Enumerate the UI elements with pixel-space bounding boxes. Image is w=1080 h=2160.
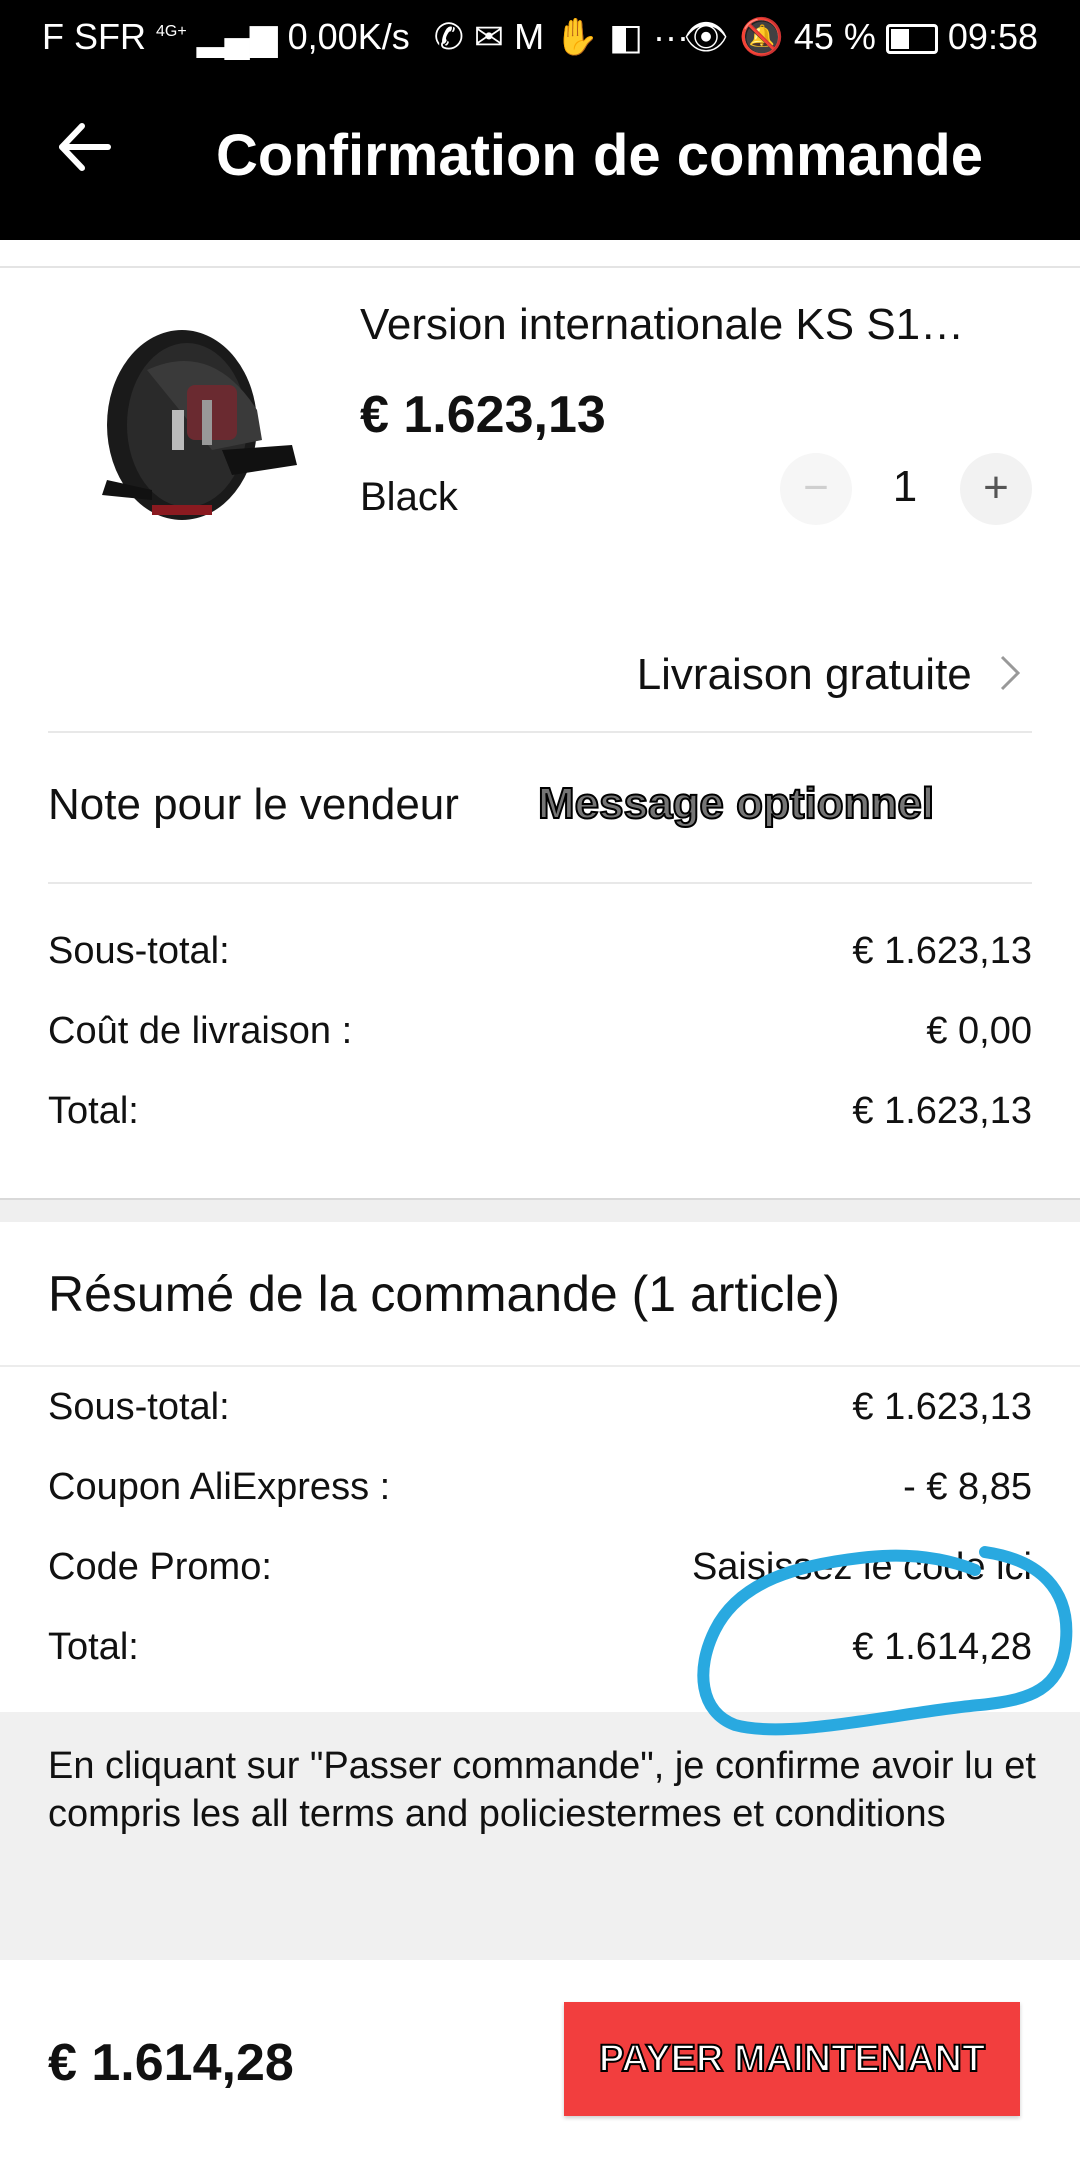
store-total-value: € 1.623,13 — [852, 1090, 1032, 1132]
order-total-label: Total: — [48, 1626, 139, 1668]
app-icon: ◧ — [608, 16, 643, 57]
divider — [48, 882, 1032, 884]
shipping-cost-label: Coût de livraison : — [48, 1010, 353, 1052]
promo-code-label: Code Promo: — [48, 1546, 272, 1588]
footer-total: € 1.614,28 — [48, 2034, 294, 2092]
battery-percent: 45 % — [793, 16, 876, 57]
section-separator — [0, 1912, 1080, 1960]
product-variant: Black — [360, 475, 458, 519]
network-speed: 0,00K/s — [287, 16, 410, 57]
seller-note-input[interactable] — [536, 778, 1000, 830]
gmail-icon: M — [514, 16, 545, 57]
divider — [48, 731, 1032, 733]
page-title: Confirmation de commande — [216, 123, 983, 188]
shipping-option[interactable]: Livraison gratuite — [637, 650, 1024, 700]
arrow-left-icon — [59, 123, 111, 171]
subtotal-label: Sous-total: — [48, 930, 230, 972]
carrier-text: F SFR — [42, 16, 146, 57]
summary-subtotal-label: Sous-total: — [48, 1386, 230, 1428]
shipping-label: Livraison gratuite — [636, 650, 972, 699]
order-summary-title: Résumé de la commande (1 article) — [48, 1266, 840, 1322]
divider — [0, 266, 1080, 268]
app-bar: Confirmation de commande — [0, 72, 1080, 240]
chevron-right-icon — [1000, 655, 1021, 691]
coupon-value: - € 8,85 — [903, 1466, 1032, 1508]
terms-text[interactable]: En cliquant sur "Passer commande", je co… — [48, 1742, 1038, 1838]
shipping-cost-value: € 0,00 — [926, 1010, 1032, 1052]
divider — [0, 1365, 1080, 1367]
terms-notice: En cliquant sur "Passer commande", je co… — [0, 1712, 1080, 1914]
section-separator — [0, 1198, 1080, 1222]
summary-subtotal-value: € 1.623,13 — [852, 1386, 1032, 1428]
order-total-value: € 1.614,28 — [852, 1626, 1032, 1668]
back-button[interactable] — [50, 112, 120, 182]
battery-icon — [885, 24, 938, 55]
quantity-value: 1 — [892, 462, 918, 511]
signal-icon: ▂▄▆ — [196, 16, 278, 57]
note-label: Note pour le vendeur — [48, 780, 459, 829]
mail-icon: ✉ — [473, 16, 505, 57]
network-indicator: 4G+ — [156, 23, 187, 40]
subtotal-value: € 1.623,13 — [852, 930, 1032, 972]
unicycle-image — [102, 330, 297, 520]
missed-call-icon: ✆ — [433, 16, 464, 57]
product-name[interactable]: Version internationale KS S1… — [360, 300, 1020, 350]
product-image[interactable] — [92, 300, 322, 560]
hand-icon: ✋ — [554, 16, 599, 57]
product-price: € 1.623,13 — [360, 386, 606, 444]
mute-bell-icon: 🔕 — [738, 16, 784, 57]
store-total-label: Total: — [48, 1090, 139, 1132]
promo-code-input[interactable]: Saisissez le code ici — [692, 1546, 1032, 1589]
status-right: 👁 🔕 45 % 09:58 — [683, 16, 1038, 58]
decrease-quantity-button[interactable]: − — [780, 453, 852, 525]
pay-now-button[interactable]: PAYER MAINTENANT — [564, 2002, 1020, 2116]
clock: 09:58 — [947, 16, 1038, 57]
status-bar: F SFR 4G+ ▂▄▆ 0,00K/s ✆ ✉ M ✋ ◧ ··· 👁 🔕 … — [0, 0, 1080, 72]
eye-icon: 👁 — [683, 16, 729, 57]
increase-quantity-button[interactable]: + — [960, 453, 1032, 525]
status-left: F SFR 4G+ ▂▄▆ 0,00K/s ✆ ✉ M ✋ ◧ ··· — [42, 16, 689, 58]
coupon-label: Coupon AliExpress : — [48, 1466, 391, 1508]
